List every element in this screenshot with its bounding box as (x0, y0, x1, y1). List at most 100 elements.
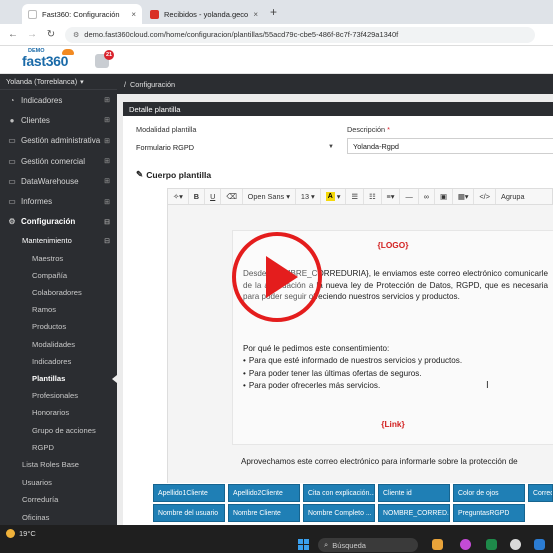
variable-chip[interactable]: PreguntasRGPD (453, 504, 525, 522)
expand-icon: ⊞ (104, 178, 110, 186)
panel-title: Detalle plantilla (123, 102, 553, 116)
file-explorer-icon[interactable] (432, 539, 443, 550)
variable-chip[interactable]: Corredu (528, 484, 553, 502)
submenu-item-maestros[interactable]: Maestros (0, 250, 117, 267)
submenu-item-colaboradores[interactable]: Colaboradores (0, 284, 117, 301)
text-cursor-icon: I (486, 380, 489, 391)
bold-button[interactable]: B (189, 189, 206, 204)
font-size-select[interactable]: 13 ▾ (296, 189, 321, 204)
submenu-mantenimiento[interactable]: Mantenimiento ⊟ (0, 232, 117, 250)
browser-tab-strip: Fast360: Configuración × Recibidos - yol… (0, 0, 553, 24)
image-icon[interactable]: ▣ (435, 189, 453, 204)
submenu-item-profesionales[interactable]: Profesionales (0, 387, 117, 404)
chrome-icon[interactable] (510, 539, 521, 550)
underline-button[interactable]: U (205, 189, 222, 204)
main-content: Detalle plantilla Modalidad plantilla Fo… (117, 94, 553, 525)
windows-start-icon[interactable] (298, 539, 309, 550)
magic-wand-icon[interactable]: ✧▾ (168, 189, 189, 204)
unordered-list-icon[interactable]: ☰ (346, 189, 364, 204)
sidebar-item-indicadores[interactable]: ◔ Indicadores ⊞ (0, 90, 117, 110)
submenu-item-productos[interactable]: Productos (0, 318, 117, 335)
variable-chip[interactable]: Cliente id (378, 484, 450, 502)
outlook-icon[interactable] (534, 539, 545, 550)
gmail-favicon-icon (150, 9, 159, 19)
fast360-logo[interactable]: DEMO fast360 (22, 48, 82, 72)
browser-tab-fast360[interactable]: Fast360: Configuración × (22, 4, 142, 24)
sidebar-item-usuarios[interactable]: Usuarios (0, 473, 117, 491)
user-selector[interactable]: Yolanda (Torreblanca) ▾ (0, 74, 117, 90)
weather-widget[interactable]: 19°C (6, 529, 36, 538)
monitor-icon: ▭ (8, 156, 16, 166)
descripcion-input[interactable]: Yolanda-Rgpd (347, 138, 553, 154)
sidebar-item-configuracion[interactable]: ⚙ Configuración ⊟ (0, 212, 117, 232)
variable-chip[interactable]: NOMBRE_CORRED... (378, 504, 450, 522)
speedometer-icon: ◔ (9, 95, 15, 105)
sidebar-item-label: DataWarehouse (21, 176, 79, 186)
address-bar[interactable]: ⚙ demo.fast360cloud.com/home/configuraci… (65, 26, 535, 43)
sidebar-item-gestion-comercial[interactable]: ▭ Gestión comercial ⊞ (0, 151, 117, 171)
variable-chip[interactable]: Cita con explicación... (303, 484, 375, 502)
play-icon (266, 256, 298, 298)
breadcrumb-current[interactable]: Configuración (130, 80, 175, 89)
eraser-icon[interactable]: ⌫ (221, 189, 243, 204)
fast360-favicon-icon (28, 9, 37, 19)
breadcrumb: / Configuración (117, 74, 553, 94)
font-family-select[interactable]: Open Sans ▾ (243, 189, 296, 204)
sidebar-item-correduria[interactable]: Correduría (0, 491, 117, 509)
close-tab-icon[interactable]: × (131, 10, 136, 19)
sidebar-item-label: Clientes (21, 115, 50, 125)
sidebar-item-label: Configuración (21, 217, 76, 227)
submenu-item-plantillas[interactable]: Plantillas (0, 370, 117, 387)
copilot-icon[interactable] (460, 539, 471, 550)
new-tab-button[interactable]: + (270, 5, 277, 19)
browser-tab-gmail[interactable]: Recibidos - yolanda.gecose@g × (144, 4, 264, 24)
users-icon: ● (9, 115, 15, 125)
ordered-list-icon[interactable]: ☷ (364, 189, 382, 204)
variable-chip[interactable]: Apellido2Cliente (228, 484, 300, 502)
sidebar-item-clientes[interactable]: ● Clientes ⊞ (0, 110, 117, 130)
sidebar-item-label: Informes (21, 197, 53, 207)
submenu-item-compania[interactable]: Compañía (0, 267, 117, 284)
code-view-icon[interactable]: </> (474, 189, 496, 204)
close-tab-icon[interactable]: × (253, 10, 258, 19)
submenu-item-ramos[interactable]: Ramos (0, 301, 117, 318)
highlight-button[interactable]: A ▾ (321, 189, 347, 204)
back-arrow-icon[interactable]: ← (8, 29, 18, 40)
reload-icon[interactable]: ↻ (46, 29, 56, 40)
variable-chip[interactable]: Nombre Cliente (228, 504, 300, 522)
submenu-item-grupo-de-acciones[interactable]: Grupo de acciones (0, 421, 117, 438)
variable-chip[interactable]: Apellido1Cliente (153, 484, 225, 502)
highlight-icon: A (325, 192, 335, 201)
link-icon[interactable]: ∞ (419, 189, 435, 204)
submenu-item-indicadores[interactable]: Indicadores (0, 353, 117, 370)
submenu-item-honorarios[interactable]: Honorarios (0, 404, 117, 421)
submenu-item-rgpd[interactable]: RGPD (0, 439, 117, 456)
app-header: DEMO fast360 21 (0, 46, 553, 74)
variable-chip[interactable]: Nombre del usuario (153, 504, 225, 522)
modalidad-select[interactable]: Formulario RGPD ▼ (136, 140, 334, 154)
submenu-label: Mantenimiento (22, 236, 72, 246)
editor-area[interactable]: {LOGO} Desde {NOMBRE_CORREDURIA}, le env… (167, 205, 553, 483)
descripcion-label: Descripción * (347, 125, 390, 134)
align-icon[interactable]: ≡▾ (382, 189, 401, 204)
horizontal-rule-icon[interactable]: — (400, 189, 419, 204)
sidebar-item-gestion-administrativa[interactable]: ▭ Gestión administrativa ⊞ (0, 131, 117, 151)
variable-chip[interactable]: Color de ojos (453, 484, 525, 502)
site-info-icon[interactable]: ⚙ (73, 31, 79, 39)
table-icon[interactable]: ▦▾ (453, 189, 475, 204)
font-size-value: 13 (300, 192, 310, 201)
submenu-item-modalidades[interactable]: Modalidades (0, 336, 117, 353)
sidebar-item-lista-roles-base[interactable]: Lista Roles Base (0, 456, 117, 474)
sidebar-item-datawarehouse[interactable]: ▭ DataWarehouse ⊞ (0, 171, 117, 191)
monitor-icon: ▭ (8, 136, 16, 146)
sidebar-item-informes[interactable]: ▭ Informes ⊞ (0, 191, 117, 211)
sidebar-item-oficinas[interactable]: Oficinas (0, 508, 117, 525)
video-play-button[interactable] (232, 232, 322, 322)
group-button[interactable]: Agrupa (496, 189, 530, 204)
search-placeholder: Búsqueda (332, 540, 366, 550)
forward-arrow-icon[interactable]: → (27, 29, 37, 40)
taskbar-search[interactable]: ⌕ Búsqueda (318, 538, 418, 552)
browser-navbar: ← → ↻ ⚙ demo.fast360cloud.com/home/confi… (0, 24, 553, 46)
variable-chip[interactable]: Nombre Completo ... (303, 504, 375, 522)
app-icon[interactable] (486, 539, 497, 550)
